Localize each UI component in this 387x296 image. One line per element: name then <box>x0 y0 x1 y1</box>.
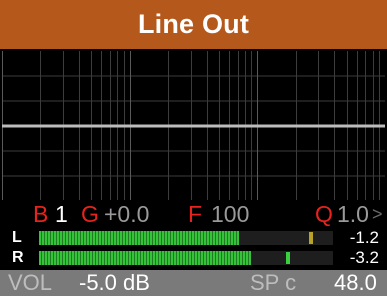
meter-value-right: -3.2 <box>349 248 379 267</box>
line-out-screen: Line Out B 1 G +0.0 F 100 Q 1.0 > L -1.2… <box>0 0 387 296</box>
q-value[interactable]: 1.0 <box>337 201 369 227</box>
volume-label: VOL <box>8 270 53 295</box>
freq-value[interactable]: 100 <box>211 201 249 227</box>
eq-response-graph[interactable] <box>2 51 385 200</box>
level-meter-left <box>39 231 333 245</box>
band-label: B <box>33 201 49 227</box>
eq-parameter-row: B 1 G +0.0 F 100 Q 1.0 > <box>0 201 387 227</box>
meter-fill-left <box>39 231 239 245</box>
screen-title: Line Out <box>137 9 250 39</box>
band-value[interactable]: 1 <box>55 201 68 227</box>
next-arrow-icon[interactable]: > <box>372 201 383 227</box>
meter-row-right: R -3.2 <box>0 248 387 268</box>
sample-rate-label: SP c <box>250 270 297 295</box>
freq-label: F <box>188 201 203 227</box>
volume-value[interactable]: -5.0 dB <box>79 268 150 296</box>
q-label: Q <box>315 201 333 227</box>
title-bar: Line Out <box>0 0 387 49</box>
meter-value-left: -1.2 <box>349 228 379 247</box>
gain-value[interactable]: +0.0 <box>104 201 149 227</box>
sample-rate-value: 48.0 <box>334 270 377 295</box>
bottom-status-bar: VOL -5.0 dB SP c 48.0 <box>0 270 387 296</box>
channel-label-right: R <box>12 249 24 266</box>
peak-marker-right <box>286 252 290 264</box>
peak-marker-left <box>309 232 313 244</box>
level-meter-right <box>39 251 333 265</box>
channel-label-left: L <box>12 229 22 246</box>
meter-fill-right <box>39 251 251 265</box>
gain-label: G <box>81 201 99 227</box>
meter-row-left: L -1.2 <box>0 228 387 248</box>
